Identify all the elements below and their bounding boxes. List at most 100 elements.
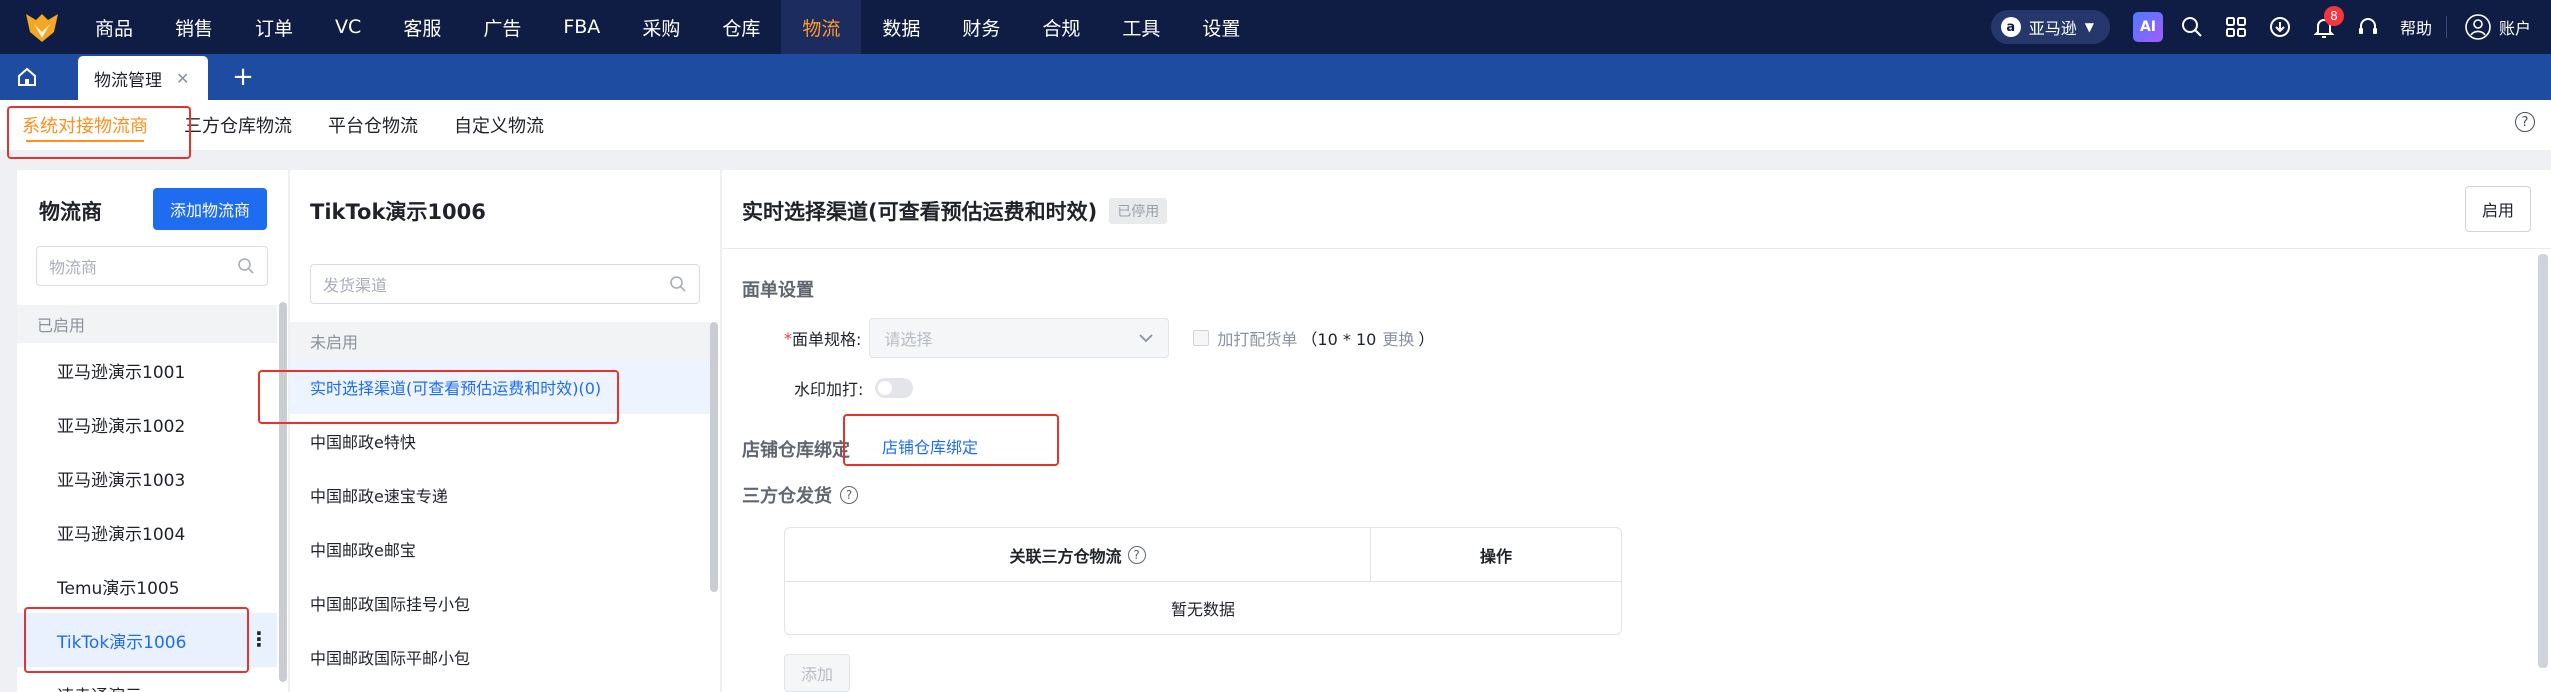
- account-menu[interactable]: 账户: [2465, 14, 2531, 40]
- carrier-item[interactable]: 亚马逊演示1004: [17, 505, 277, 559]
- ai-icon: AI: [2132, 12, 2163, 42]
- carrier-item-selected[interactable]: TikTok演示1006 ⋮: [17, 613, 277, 667]
- table-header: 关联三方仓物流 ? 操作: [785, 528, 1621, 582]
- status-badge: 已停用: [1109, 198, 1168, 224]
- channel-item[interactable]: 中国邮政e特快: [290, 414, 710, 468]
- close-icon[interactable]: ✕: [176, 69, 189, 88]
- tab-3pl-warehouse[interactable]: 三方仓库物流: [166, 100, 310, 150]
- channel-item[interactable]: 中国邮政国际挂号小包: [290, 576, 710, 630]
- channel-panel-title: TikTok演示1006: [310, 200, 486, 224]
- apps-grid-icon: [2225, 17, 2246, 37]
- carrier-list-scrollbar[interactable]: [279, 302, 287, 682]
- carrier-search-placeholder: 物流商: [49, 258, 98, 277]
- search-button[interactable]: [2170, 0, 2214, 54]
- home-tab[interactable]: [0, 54, 54, 100]
- 3pl-table: 关联三方仓物流 ? 操作 暂无数据: [784, 527, 1622, 635]
- watermark-label: 水印加打:: [794, 380, 864, 399]
- column-header-actions: 操作: [1479, 546, 1512, 566]
- carrier-group-enabled: 已启用: [17, 305, 277, 343]
- amazon-icon: a: [2000, 17, 2021, 37]
- add-3pl-button[interactable]: 添加: [784, 654, 850, 692]
- add-carrier-button[interactable]: 添加物流商: [153, 188, 267, 230]
- carrier-panel-title: 物流商: [39, 200, 102, 224]
- nav-item[interactable]: 工具: [1101, 0, 1181, 54]
- carrier-item[interactable]: 亚马逊演示1001: [17, 343, 277, 397]
- nav-item[interactable]: 销售: [154, 0, 234, 54]
- store-selector[interactable]: a 亚马逊 ▼: [1990, 10, 2110, 44]
- more-options-icon[interactable]: ⋮: [249, 627, 269, 651]
- apps-button[interactable]: [2214, 0, 2258, 54]
- extra-print-checkbox[interactable]: [1193, 330, 1210, 346]
- enable-button[interactable]: 启用: [2465, 186, 2531, 232]
- nav-item[interactable]: 仓库: [701, 0, 781, 54]
- extra-print-change-link[interactable]: 更换: [1382, 326, 1414, 350]
- label-spec-placeholder: 请选择: [884, 330, 933, 349]
- carrier-item[interactable]: 速卖通演示: [17, 667, 277, 692]
- carrier-item[interactable]: 亚马逊演示1003: [17, 451, 277, 505]
- label-spec-select[interactable]: 请选择: [869, 318, 1170, 358]
- ai-assistant-button[interactable]: AI: [2126, 0, 2170, 54]
- channel-item[interactable]: 中国邮政e速宝专递: [290, 468, 710, 522]
- detail-scrollbar[interactable]: [2538, 254, 2548, 668]
- support-button[interactable]: [2346, 0, 2390, 54]
- nav-item[interactable]: FBA: [542, 0, 621, 54]
- help-link[interactable]: 帮助: [2390, 15, 2442, 39]
- user-icon: [2465, 14, 2491, 40]
- channel-list-scrollbar[interactable]: [710, 322, 718, 592]
- nav-item[interactable]: 物流: [781, 0, 862, 54]
- notifications-button[interactable]: 8: [2302, 0, 2346, 54]
- carrier-search-input[interactable]: 物流商: [36, 246, 268, 286]
- nav-item[interactable]: 广告: [462, 0, 542, 54]
- help-icon[interactable]: ?: [1127, 545, 1146, 564]
- 3pl-shipping-title: 三方仓发货: [742, 486, 832, 507]
- label-settings-title: 面单设置: [742, 280, 814, 301]
- carrier-item[interactable]: Temu演示1005: [17, 559, 277, 613]
- search-icon: [238, 258, 254, 274]
- help-icon[interactable]: ?: [840, 486, 858, 504]
- carrier-panel: 物流商 添加物流商 物流商 已启用 亚马逊演示1001 亚马逊演示1002 亚马…: [17, 170, 288, 692]
- download-button[interactable]: [2258, 0, 2302, 54]
- nav-item[interactable]: 合规: [1021, 0, 1101, 54]
- nav-item[interactable]: VC: [314, 0, 382, 54]
- nav-item[interactable]: 数据: [861, 0, 941, 54]
- channel-item[interactable]: 中国邮政国际平邮小包: [290, 630, 710, 684]
- headset-icon: [2358, 18, 2377, 34]
- nav-item[interactable]: 财务: [941, 0, 1021, 54]
- channel-search-input[interactable]: 发货渠道: [310, 264, 700, 304]
- app-logo[interactable]: [18, 0, 66, 54]
- caret-down-icon: ▼: [2084, 20, 2094, 34]
- help-icon[interactable]: ?: [2515, 112, 2535, 132]
- logistics-type-tabs: 系统对接物流商 三方仓库物流 平台仓物流 自定义物流 ?: [0, 100, 2551, 150]
- tab-logistics-management[interactable]: 物流管理 ✕: [78, 56, 208, 100]
- extra-print-label: 加打配货单: [1217, 330, 1298, 349]
- nav-item[interactable]: 采购: [621, 0, 701, 54]
- channel-item-selected[interactable]: 实时选择渠道(可查看预估运费和时效)(0): [290, 360, 710, 414]
- home-icon: [18, 67, 36, 86]
- divider: [2445, 16, 2447, 38]
- nav-item[interactable]: 客服: [382, 0, 462, 54]
- store-binding-title: 店铺仓库绑定: [742, 440, 850, 461]
- chevron-down-icon: [1139, 334, 1154, 343]
- tab-platform-warehouse[interactable]: 平台仓物流: [310, 100, 436, 150]
- add-tab-button[interactable]: +: [216, 54, 270, 100]
- nav-item[interactable]: 订单: [234, 0, 314, 54]
- carrier-item-label: TikTok演示1006: [57, 632, 187, 653]
- table-empty-text: 暂无数据: [1170, 600, 1235, 619]
- nav-item[interactable]: 设置: [1181, 0, 1261, 54]
- column-header-3pl: 关联三方仓物流 ?: [785, 528, 1371, 581]
- required-mark: *: [784, 328, 792, 348]
- store-binding-link[interactable]: 店铺仓库绑定: [882, 434, 978, 458]
- page-tab-bar: 物流管理 ✕ +: [0, 54, 2551, 100]
- channel-item[interactable]: 中国邮政e邮宝: [290, 522, 710, 576]
- nav-item[interactable]: 商品: [74, 0, 154, 54]
- channel-group-disabled: 未启用: [290, 322, 710, 360]
- carrier-item[interactable]: 亚马逊演示1002: [17, 397, 277, 451]
- extra-print-size: （10 * 10: [1301, 330, 1377, 349]
- tab-system-carriers[interactable]: 系统对接物流商: [4, 100, 166, 150]
- tab-custom-logistics[interactable]: 自定义物流: [436, 100, 562, 150]
- channel-search-placeholder: 发货渠道: [323, 276, 388, 295]
- channel-panel: TikTok演示1006 发货渠道 未启用 实时选择渠道(可查看预估运费和时效)…: [290, 170, 720, 692]
- channel-detail-title: 实时选择渠道(可查看预估运费和时效): [742, 200, 1098, 224]
- top-nav-bar: 商品 销售 订单 VC 客服 广告 FBA 采购 仓库 物流 数据 财务 合规 工具 设置 a 亚马逊 ▼ …: [0, 0, 2551, 54]
- watermark-toggle[interactable]: [875, 378, 914, 398]
